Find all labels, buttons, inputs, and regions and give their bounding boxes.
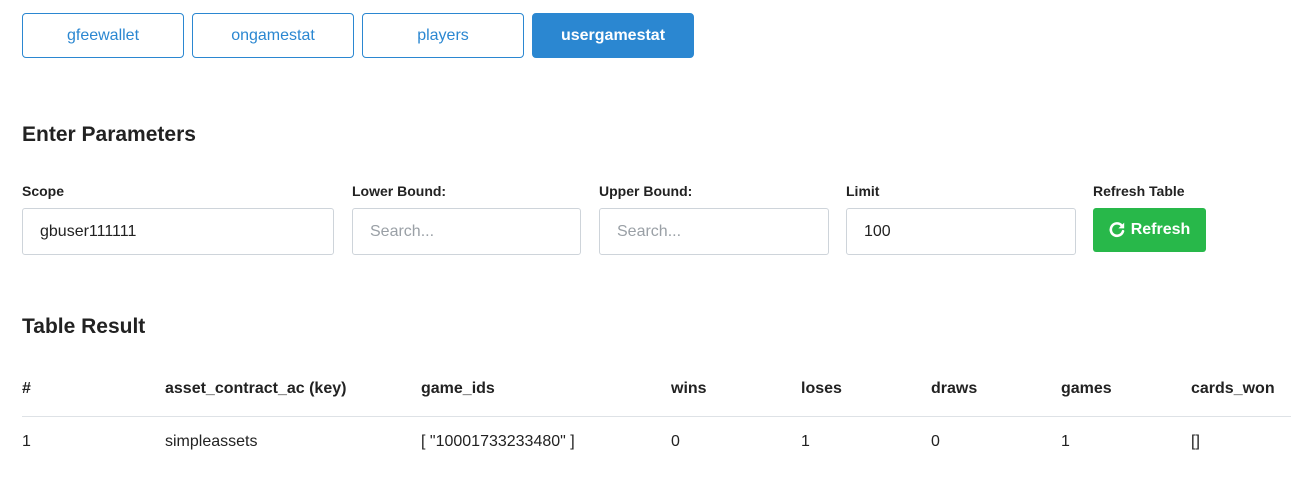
table-cell: 0 — [671, 433, 680, 450]
refresh-group: Refresh Table Refresh — [1093, 183, 1206, 252]
table-tabs: gfeewallet ongamestat players usergamest… — [22, 13, 694, 58]
tab-gfeewallet[interactable]: gfeewallet — [22, 13, 184, 58]
column-header: games — [1061, 362, 1191, 417]
column-header: cards_won — [1191, 362, 1291, 417]
lower-bound-group: Lower Bound: — [352, 183, 581, 255]
scope-group: Scope — [22, 183, 334, 255]
upper-bound-input[interactable] — [599, 208, 829, 255]
table-cell: 1 — [22, 433, 31, 450]
limit-input[interactable] — [846, 208, 1076, 255]
refresh-icon — [1109, 222, 1125, 238]
tab-players[interactable]: players — [362, 13, 524, 58]
tab-usergamestat[interactable]: usergamestat — [532, 13, 694, 58]
scope-input[interactable] — [22, 208, 334, 255]
upper-bound-label: Upper Bound: — [599, 183, 693, 199]
table-cell: 1 — [1061, 433, 1070, 450]
refresh-table-label: Refresh Table — [1093, 183, 1185, 199]
column-header: loses — [801, 362, 931, 417]
column-header: game_ids — [421, 362, 671, 417]
table-cell: [ "10001733233480" ] — [421, 433, 575, 450]
limit-group: Limit — [846, 183, 1076, 255]
column-header: # — [22, 362, 165, 417]
lower-bound-input[interactable] — [352, 208, 581, 255]
upper-bound-group: Upper Bound: — [599, 183, 829, 255]
column-header: wins — [671, 362, 801, 417]
lower-bound-label: Lower Bound: — [352, 183, 447, 199]
table-result-heading: Table Result — [22, 315, 146, 338]
scope-label: Scope — [22, 183, 65, 199]
refresh-button[interactable]: Refresh — [1093, 208, 1206, 252]
table-cell: 1 — [801, 433, 810, 450]
enter-parameters-heading: Enter Parameters — [22, 123, 196, 146]
column-header: draws — [931, 362, 1061, 417]
tab-ongamestat[interactable]: ongamestat — [192, 13, 354, 58]
table-row: 1 simpleassets [ "10001733233480" ] 0 1 … — [22, 417, 1291, 468]
table-cell: simpleassets — [165, 433, 258, 450]
column-header: asset_contract_ac (key) — [165, 362, 421, 417]
table-cell: 0 — [931, 433, 940, 450]
limit-label: Limit — [846, 183, 880, 199]
table-header-row: # asset_contract_ac (key) game_ids wins … — [22, 362, 1291, 417]
refresh-button-label: Refresh — [1130, 221, 1191, 238]
result-table: # asset_contract_ac (key) game_ids wins … — [22, 362, 1291, 467]
table-cell: [] — [1191, 433, 1200, 450]
